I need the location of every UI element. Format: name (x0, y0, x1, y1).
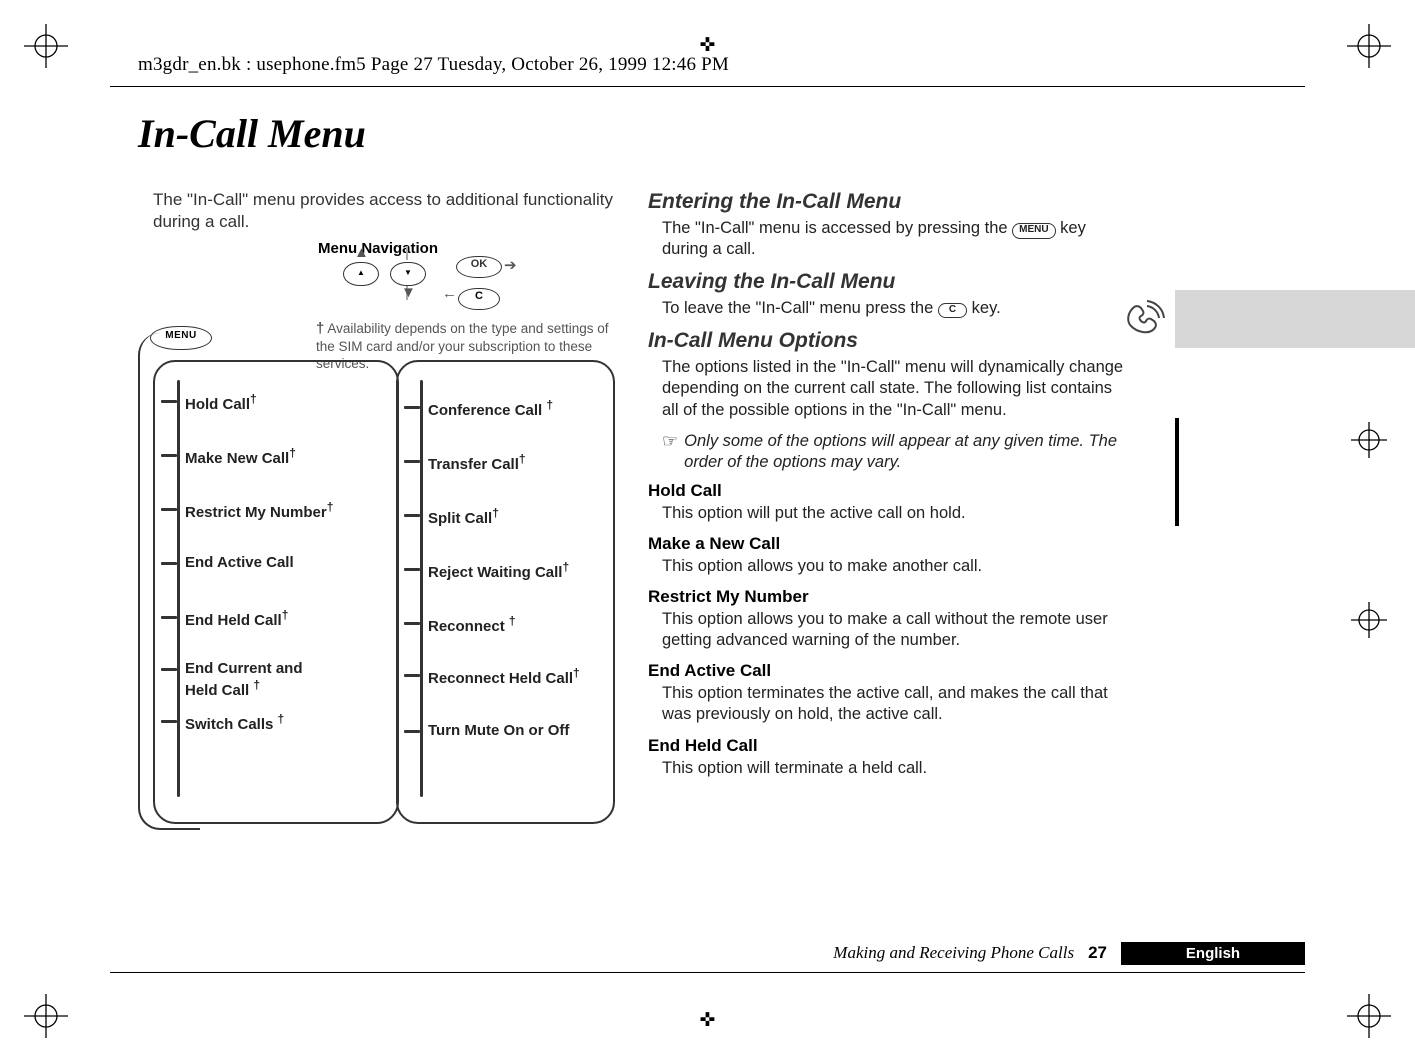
subheading-restrict-my-number: Restrict My Number (648, 587, 1133, 607)
list-item: Reject Waiting Call† (428, 560, 569, 581)
footer-page-number: 27 (1088, 943, 1107, 963)
footer-section-title: Making and Receiving Phone Calls (833, 943, 1074, 963)
document-path: m3gdr_en.bk : usephone.fm5 Page 27 Tuesd… (138, 54, 729, 76)
list-item: End Active Call (185, 554, 294, 571)
list-item: End Held Call† (185, 608, 288, 629)
end-active-call-body: This option terminates the active call, … (662, 683, 1133, 725)
page-title: In-Call Menu (138, 110, 366, 157)
key-c-icon: C (458, 288, 500, 310)
diagram-title: Menu Navigation (318, 240, 438, 257)
revision-bar (1175, 418, 1179, 526)
subheading-end-active-call: End Active Call (648, 661, 1133, 681)
edge-tab (1175, 290, 1415, 348)
key-down-icon (390, 262, 426, 286)
diagram-left-bar (177, 380, 180, 797)
note-icon: ☞ (662, 431, 678, 473)
list-item: Hold Call† (185, 392, 257, 413)
options-body: The options listed in the "In-Call" menu… (662, 357, 1133, 420)
key-ok-icon: OK (456, 256, 502, 278)
page-footer: Making and Receiving Phone Calls 27 Engl… (648, 940, 1305, 966)
subheading-hold-call: Hold Call (648, 481, 1133, 501)
subheading-make-new-call: Make a New Call (648, 534, 1133, 554)
list-item: Conference Call † (428, 398, 553, 419)
crop-mark-tr (1347, 24, 1391, 68)
section-heading-entering: Entering the In-Call Menu (648, 190, 1133, 214)
note-text: Only some of the options will appear at … (684, 431, 1133, 473)
arrow-down-icon: ▼ (401, 284, 416, 301)
make-new-call-body: This option allows you to make another c… (662, 556, 1133, 577)
list-item: Turn Mute On or Off (428, 722, 569, 739)
menu-navigation-diagram: Menu Navigation ▲ ▼ OK ➔ C ← MENU † Avai… (138, 238, 618, 828)
arrow-right-icon: ➔ (504, 256, 517, 274)
page-rule-bottom (110, 972, 1305, 973)
arrow-up-icon: ▲ (354, 244, 369, 261)
diagram-right-bar (420, 380, 423, 797)
list-item: Reconnect † (428, 614, 516, 635)
crop-mark-bl (24, 994, 68, 1038)
crop-mark-side-1 (1349, 420, 1389, 460)
dagger-icon: † (316, 320, 324, 337)
fold-mark-bottom-icon: ✜ (700, 1011, 716, 1030)
section-heading-options: In-Call Menu Options (648, 329, 1133, 353)
key-ok-label: OK (471, 258, 488, 270)
fold-mark-top-icon: ✜ (700, 36, 716, 55)
list-item: Reconnect Held Call† (428, 666, 580, 687)
list-item: Switch Calls † (185, 712, 284, 733)
section-heading-leaving: Leaving the In-Call Menu (648, 270, 1133, 294)
restrict-my-number-body: This option allows you to make a call wi… (662, 609, 1133, 651)
key-c-label: C (475, 290, 483, 302)
subheading-end-held-call: End Held Call (648, 736, 1133, 756)
end-held-call-body: This option will terminate a held call. (662, 758, 1133, 779)
crop-mark-side-2 (1349, 600, 1389, 640)
list-item: Restrict My Number† (185, 500, 333, 521)
menu-key-capsule-icon: MENU (1012, 223, 1055, 239)
arrow-up-stem (406, 246, 408, 260)
list-item: Transfer Call† (428, 452, 526, 473)
list-item: End Current and Held Call † (185, 660, 335, 700)
key-up-icon (343, 262, 379, 286)
c-key-capsule-icon: C (938, 303, 967, 318)
page-rule-top (110, 86, 1305, 87)
diagram-left-list: Hold Call† Make New Call† Restrict My Nu… (153, 360, 399, 824)
list-item: Make New Call† (185, 446, 296, 467)
arrow-left-icon: ← (442, 285, 457, 302)
note-row: ☞ Only some of the options will appear a… (662, 431, 1133, 473)
entering-body: The "In-Call" menu is accessed by pressi… (662, 218, 1133, 260)
crop-mark-tl (24, 24, 68, 68)
leaving-body: To leave the "In-Call" menu press the C … (662, 298, 1133, 319)
diagram-right-list: Conference Call † Transfer Call† Split C… (396, 360, 615, 824)
footer-language-badge: English (1121, 942, 1305, 965)
crop-mark-br (1347, 994, 1391, 1038)
hold-call-body: This option will put the active call on … (662, 503, 1133, 524)
handset-icon (1123, 298, 1165, 340)
right-column: Entering the In-Call Menu The "In-Call" … (648, 190, 1133, 789)
list-item: Split Call† (428, 506, 499, 527)
intro-text: The "In-Call" menu provides access to ad… (153, 189, 628, 233)
